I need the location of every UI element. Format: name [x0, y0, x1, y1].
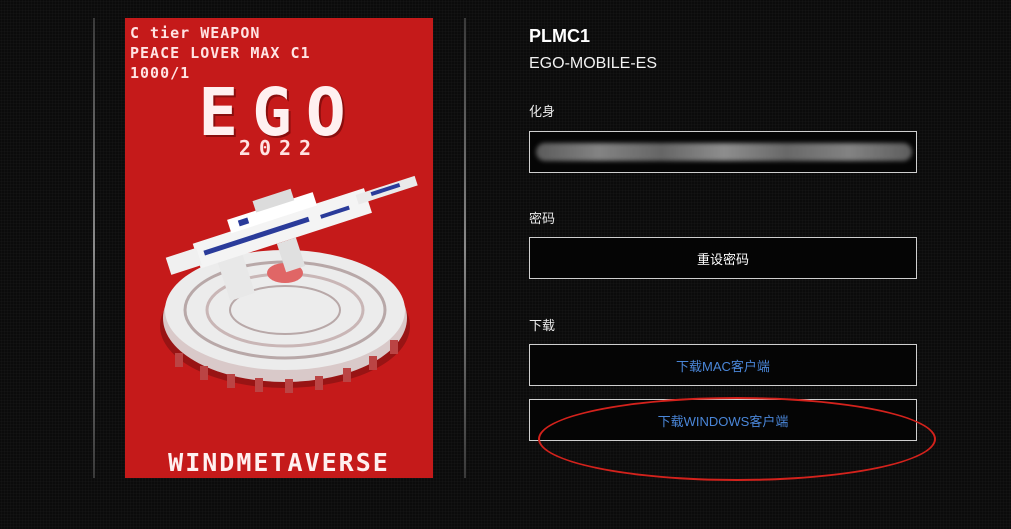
nft-card-image: C tier WEAPON PEACE LOVER MAX C1 1000/1 …	[125, 18, 433, 478]
download-windows-button[interactable]: 下载WINDOWS客户端	[529, 399, 917, 441]
profile-game-id: EGO-MOBILE-ES	[529, 55, 658, 72]
card-year-text: 2022	[238, 136, 320, 160]
avatar-value-redacted	[536, 143, 912, 161]
password-label: 密码	[529, 211, 556, 226]
avatar-field[interactable]	[529, 131, 917, 173]
avatar-label: 化身	[529, 104, 556, 119]
left-divider	[93, 18, 95, 478]
card-name-text: PEACE LOVER MAX C1	[130, 44, 311, 62]
download-windows-link[interactable]: 下载WINDOWS客户端	[658, 411, 789, 430]
right-divider	[464, 18, 466, 478]
card-tier-text: C tier WEAPON	[130, 24, 261, 42]
download-label: 下载	[529, 318, 556, 333]
download-mac-button[interactable]: 下载MAC客户端	[529, 344, 917, 386]
profile-username: PLMC1	[529, 26, 591, 46]
reset-password-button[interactable]: 重设密码	[529, 237, 917, 279]
download-mac-link[interactable]: 下载MAC客户端	[676, 356, 770, 375]
reset-password-label: 重设密码	[696, 251, 749, 267]
card-brand-text: WINDMETAVERSE	[168, 448, 390, 477]
